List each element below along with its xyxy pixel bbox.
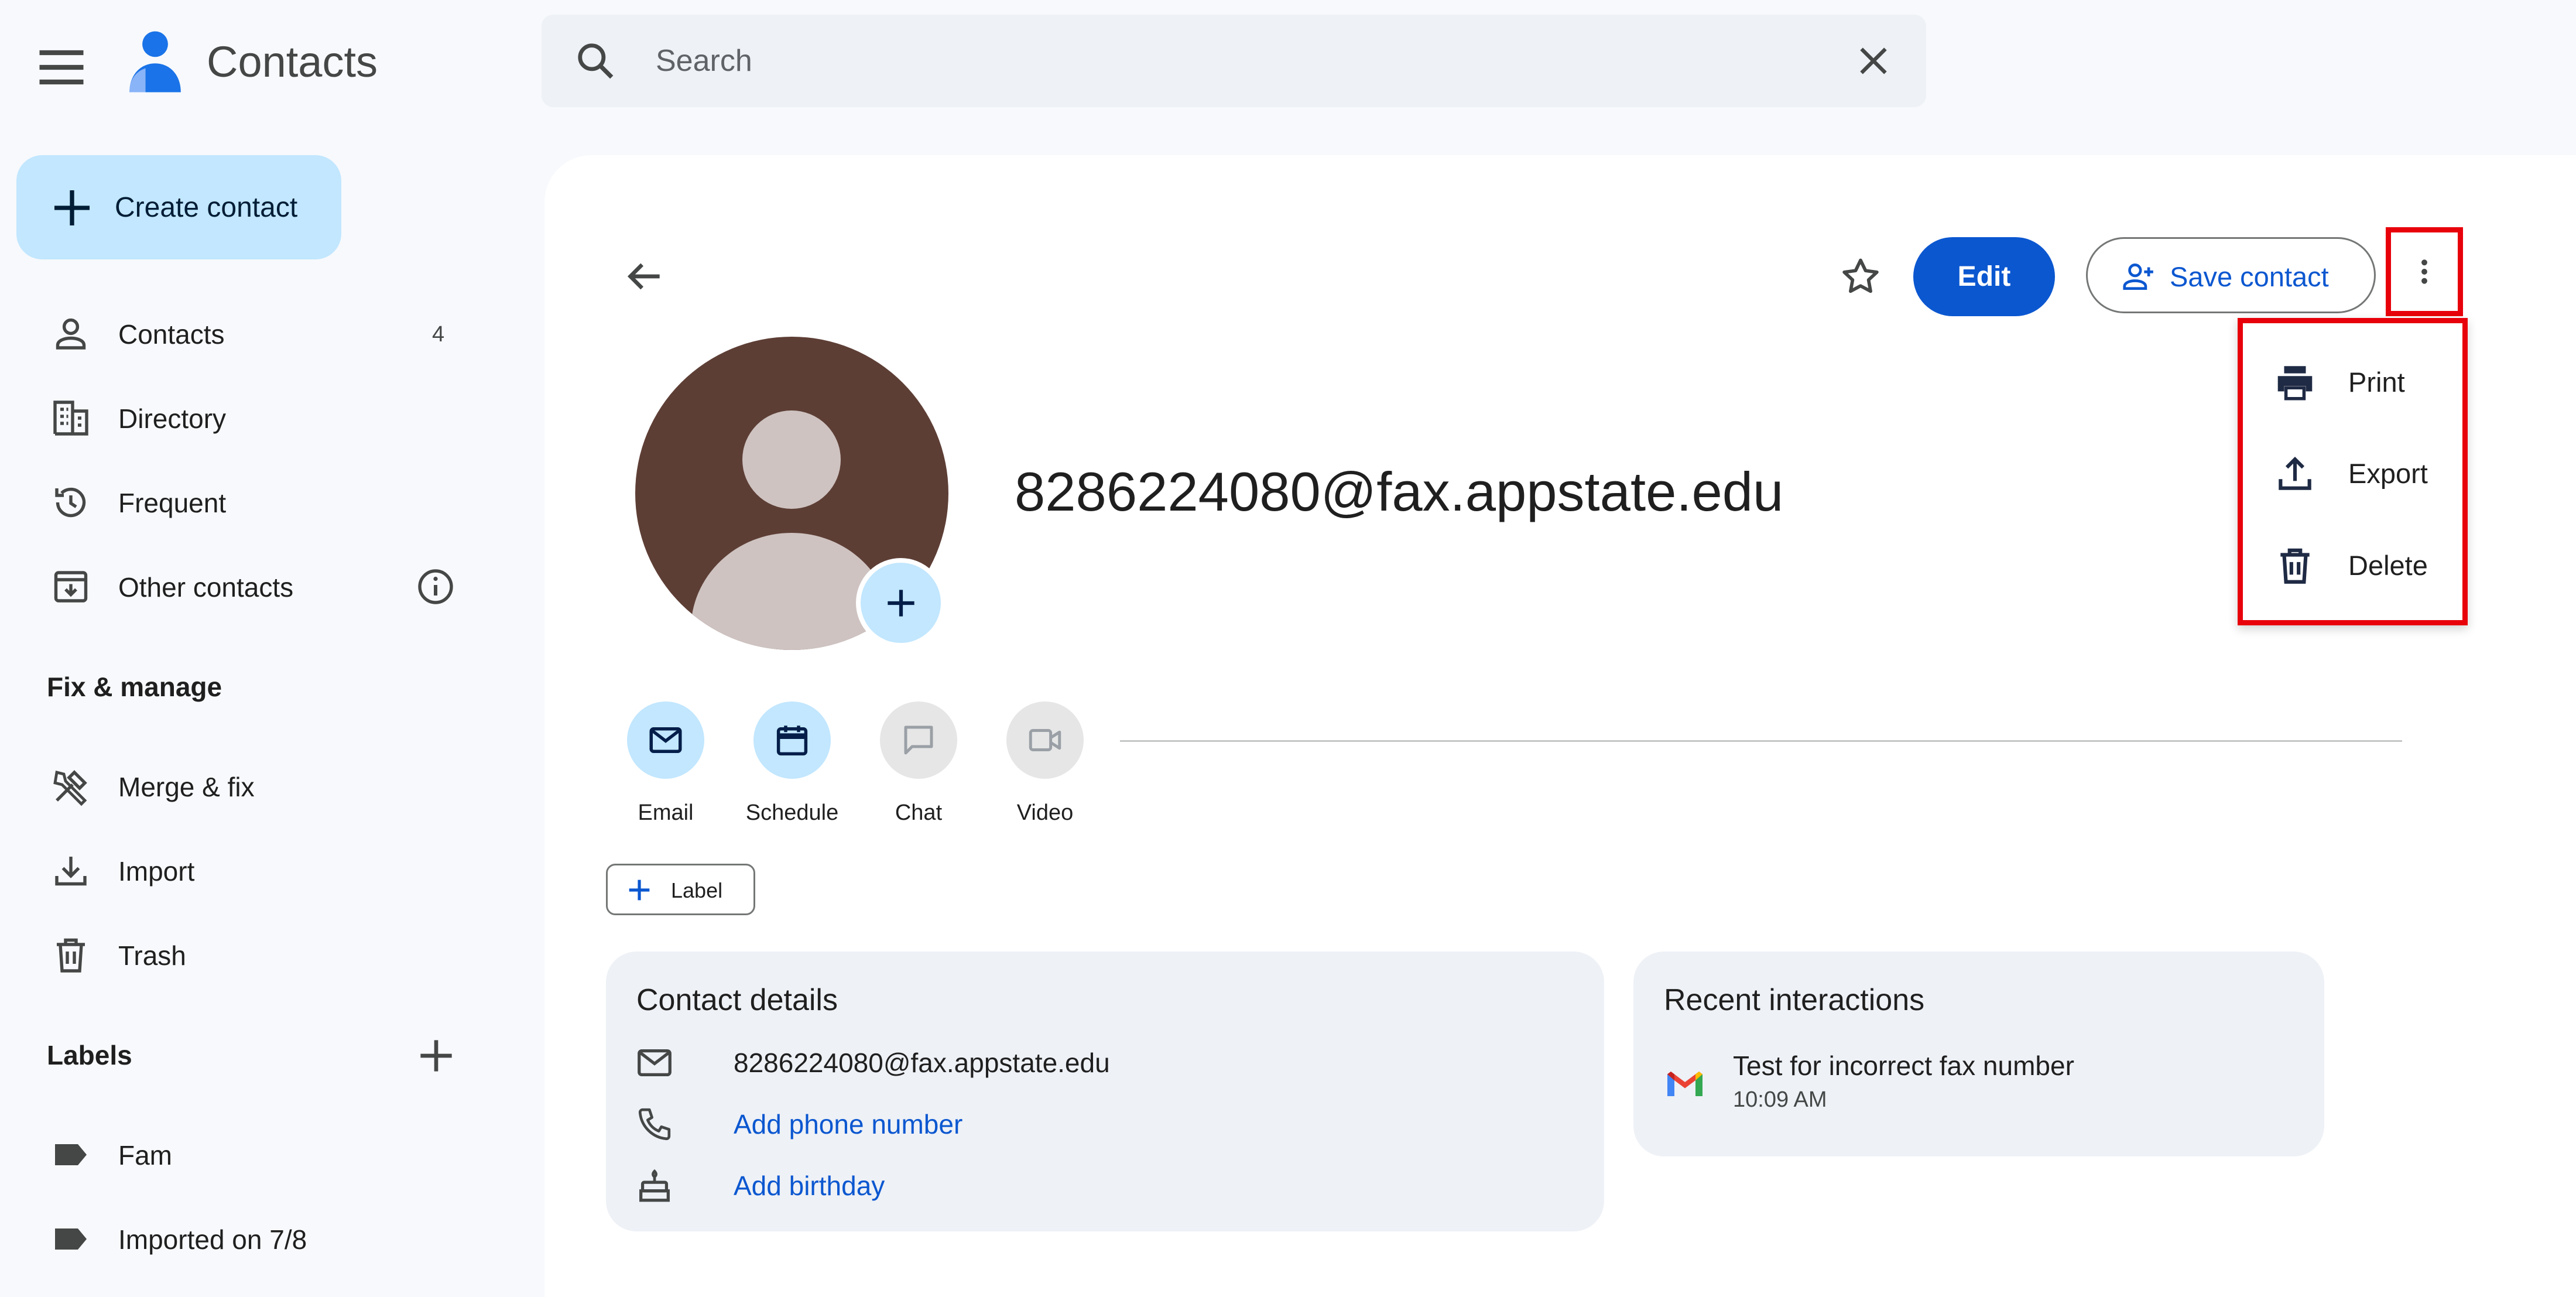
video-action-button[interactable]: Video — [992, 701, 1098, 836]
menu-item-print[interactable]: Print — [2243, 336, 2462, 424]
sidebar-item-label: Fam — [118, 1140, 172, 1171]
edit-button-label: Edit — [1957, 261, 2011, 292]
interaction-time: 10:09 AM — [1733, 1087, 1827, 1112]
contacts-count: 4 — [432, 322, 445, 347]
calendar-icon — [776, 726, 808, 756]
plus-icon — [54, 190, 90, 225]
more-options-button[interactable] — [2386, 227, 2463, 316]
sidebar-item-trash[interactable]: Trash — [0, 920, 480, 990]
contact-name: 8286224080@fax.appstate.edu — [1015, 461, 1784, 522]
more-vert-icon — [2421, 259, 2427, 284]
hamburger-icon — [39, 50, 84, 85]
plus-icon — [629, 880, 650, 901]
recent-interactions-title: Recent interactions — [1664, 983, 1925, 1017]
phone-icon — [638, 1108, 671, 1141]
label-chip-text: Label — [671, 878, 723, 902]
person-add-icon — [2123, 263, 2153, 290]
contact-details-card: Contact details 8286224080@fax.appstate.… — [606, 952, 1604, 1231]
cake-icon — [639, 1169, 670, 1202]
birthday-row: Add birthday — [634, 1159, 1571, 1212]
gmail-icon — [1667, 1072, 1703, 1096]
email-icon — [638, 1049, 672, 1077]
contact-details-title: Contact details — [636, 983, 838, 1017]
sidebar-item-label: Contacts — [118, 319, 225, 350]
back-button[interactable] — [621, 253, 667, 300]
actions-divider — [1120, 740, 2402, 742]
label-icon — [55, 1144, 87, 1165]
labels-heading: Labels — [47, 1040, 132, 1070]
menu-item-label: Export — [2348, 458, 2428, 489]
print-icon — [2277, 366, 2313, 401]
add-phone-link[interactable]: Add phone number — [734, 1107, 962, 1142]
close-icon[interactable] — [1853, 40, 1894, 81]
email-action-button[interactable]: Email — [613, 701, 718, 836]
action-label: Video — [1016, 800, 1074, 825]
edit-button[interactable]: Edit — [1913, 237, 2055, 316]
recent-interactions-card: Recent interactions Test for incorrect f… — [1633, 952, 2324, 1156]
video-icon — [1029, 729, 1061, 751]
info-icon[interactable] — [415, 566, 457, 608]
schedule-action-button[interactable]: Schedule — [739, 701, 845, 836]
save-contact-button[interactable]: Save contact — [2086, 237, 2376, 313]
arrow-back-icon — [627, 263, 660, 290]
trash-icon — [57, 938, 85, 973]
main-menu-button[interactable] — [32, 38, 91, 97]
search-bar[interactable]: Search — [542, 15, 1926, 107]
chat-action-button[interactable]: Chat — [866, 701, 971, 836]
create-contact-label: Create contact — [115, 192, 298, 223]
delete-icon — [2280, 548, 2310, 584]
plus-icon — [888, 590, 914, 617]
email-row: 8286224080@fax.appstate.edu — [634, 1036, 1571, 1089]
fix-manage-heading: Fix & manage — [47, 672, 222, 702]
sidebar-item-label: Directory — [118, 403, 227, 434]
export-icon — [2279, 456, 2311, 490]
menu-item-delete[interactable]: Delete — [2243, 519, 2462, 607]
sidebar-item-frequent[interactable]: Frequent — [0, 467, 480, 538]
email-icon — [649, 727, 682, 753]
sidebar-item-label-fam[interactable]: Fam — [0, 1120, 480, 1190]
more-options-menu: Print Export Delete — [2238, 318, 2468, 625]
create-contact-button[interactable]: Create contact — [16, 155, 341, 259]
menu-item-label: Delete — [2348, 550, 2428, 581]
app-title: Contacts — [207, 37, 378, 86]
sidebar-item-label: Import — [118, 856, 195, 887]
sidebar-item-directory[interactable]: Directory — [0, 383, 480, 453]
sidebar-item-label-imported[interactable]: Imported on 7/8 — [0, 1204, 480, 1274]
sidebar-item-import[interactable]: Import — [0, 836, 480, 906]
tools-icon — [53, 770, 87, 806]
add-label-chip[interactable]: Label — [606, 864, 755, 915]
contact-email[interactable]: 8286224080@fax.appstate.edu — [734, 1045, 1110, 1080]
archive-download-icon — [54, 571, 88, 603]
building-icon — [53, 401, 88, 436]
star-icon — [1842, 258, 1879, 293]
phone-row: Add phone number — [634, 1098, 1571, 1151]
plus-icon — [420, 1040, 452, 1072]
sidebar-item-merge-fix[interactable]: Merge & fix — [0, 751, 480, 822]
menu-item-label: Print — [2348, 367, 2405, 398]
add-birthday-link[interactable]: Add birthday — [734, 1168, 885, 1203]
search-icon[interactable] — [574, 39, 617, 83]
sidebar-item-other-contacts[interactable]: Other contacts — [0, 552, 480, 622]
sidebar-item-label: Frequent — [118, 488, 227, 518]
label-icon — [55, 1228, 87, 1250]
add-label-button[interactable] — [413, 1032, 460, 1079]
sidebar-item-contacts[interactable]: Contacts 4 — [0, 299, 480, 369]
download-icon — [55, 857, 87, 886]
sidebar-item-label: Merge & fix — [118, 772, 255, 802]
menu-item-export[interactable]: Export — [2243, 427, 2462, 515]
search-input[interactable]: Search — [656, 38, 752, 84]
sidebar-item-label: Trash — [118, 940, 186, 971]
history-icon — [55, 487, 86, 518]
contacts-logo-icon — [123, 28, 187, 95]
save-contact-label: Save contact — [2170, 261, 2329, 292]
add-photo-button[interactable] — [856, 558, 946, 648]
sidebar-item-label: Other contacts — [118, 572, 294, 603]
interaction-title[interactable]: Test for incorrect fax number — [1733, 1048, 2074, 1083]
sidebar-item-label: Imported on 7/8 — [118, 1224, 307, 1255]
person-icon — [56, 318, 86, 350]
chat-icon — [904, 726, 933, 755]
star-button[interactable] — [1838, 255, 1883, 299]
